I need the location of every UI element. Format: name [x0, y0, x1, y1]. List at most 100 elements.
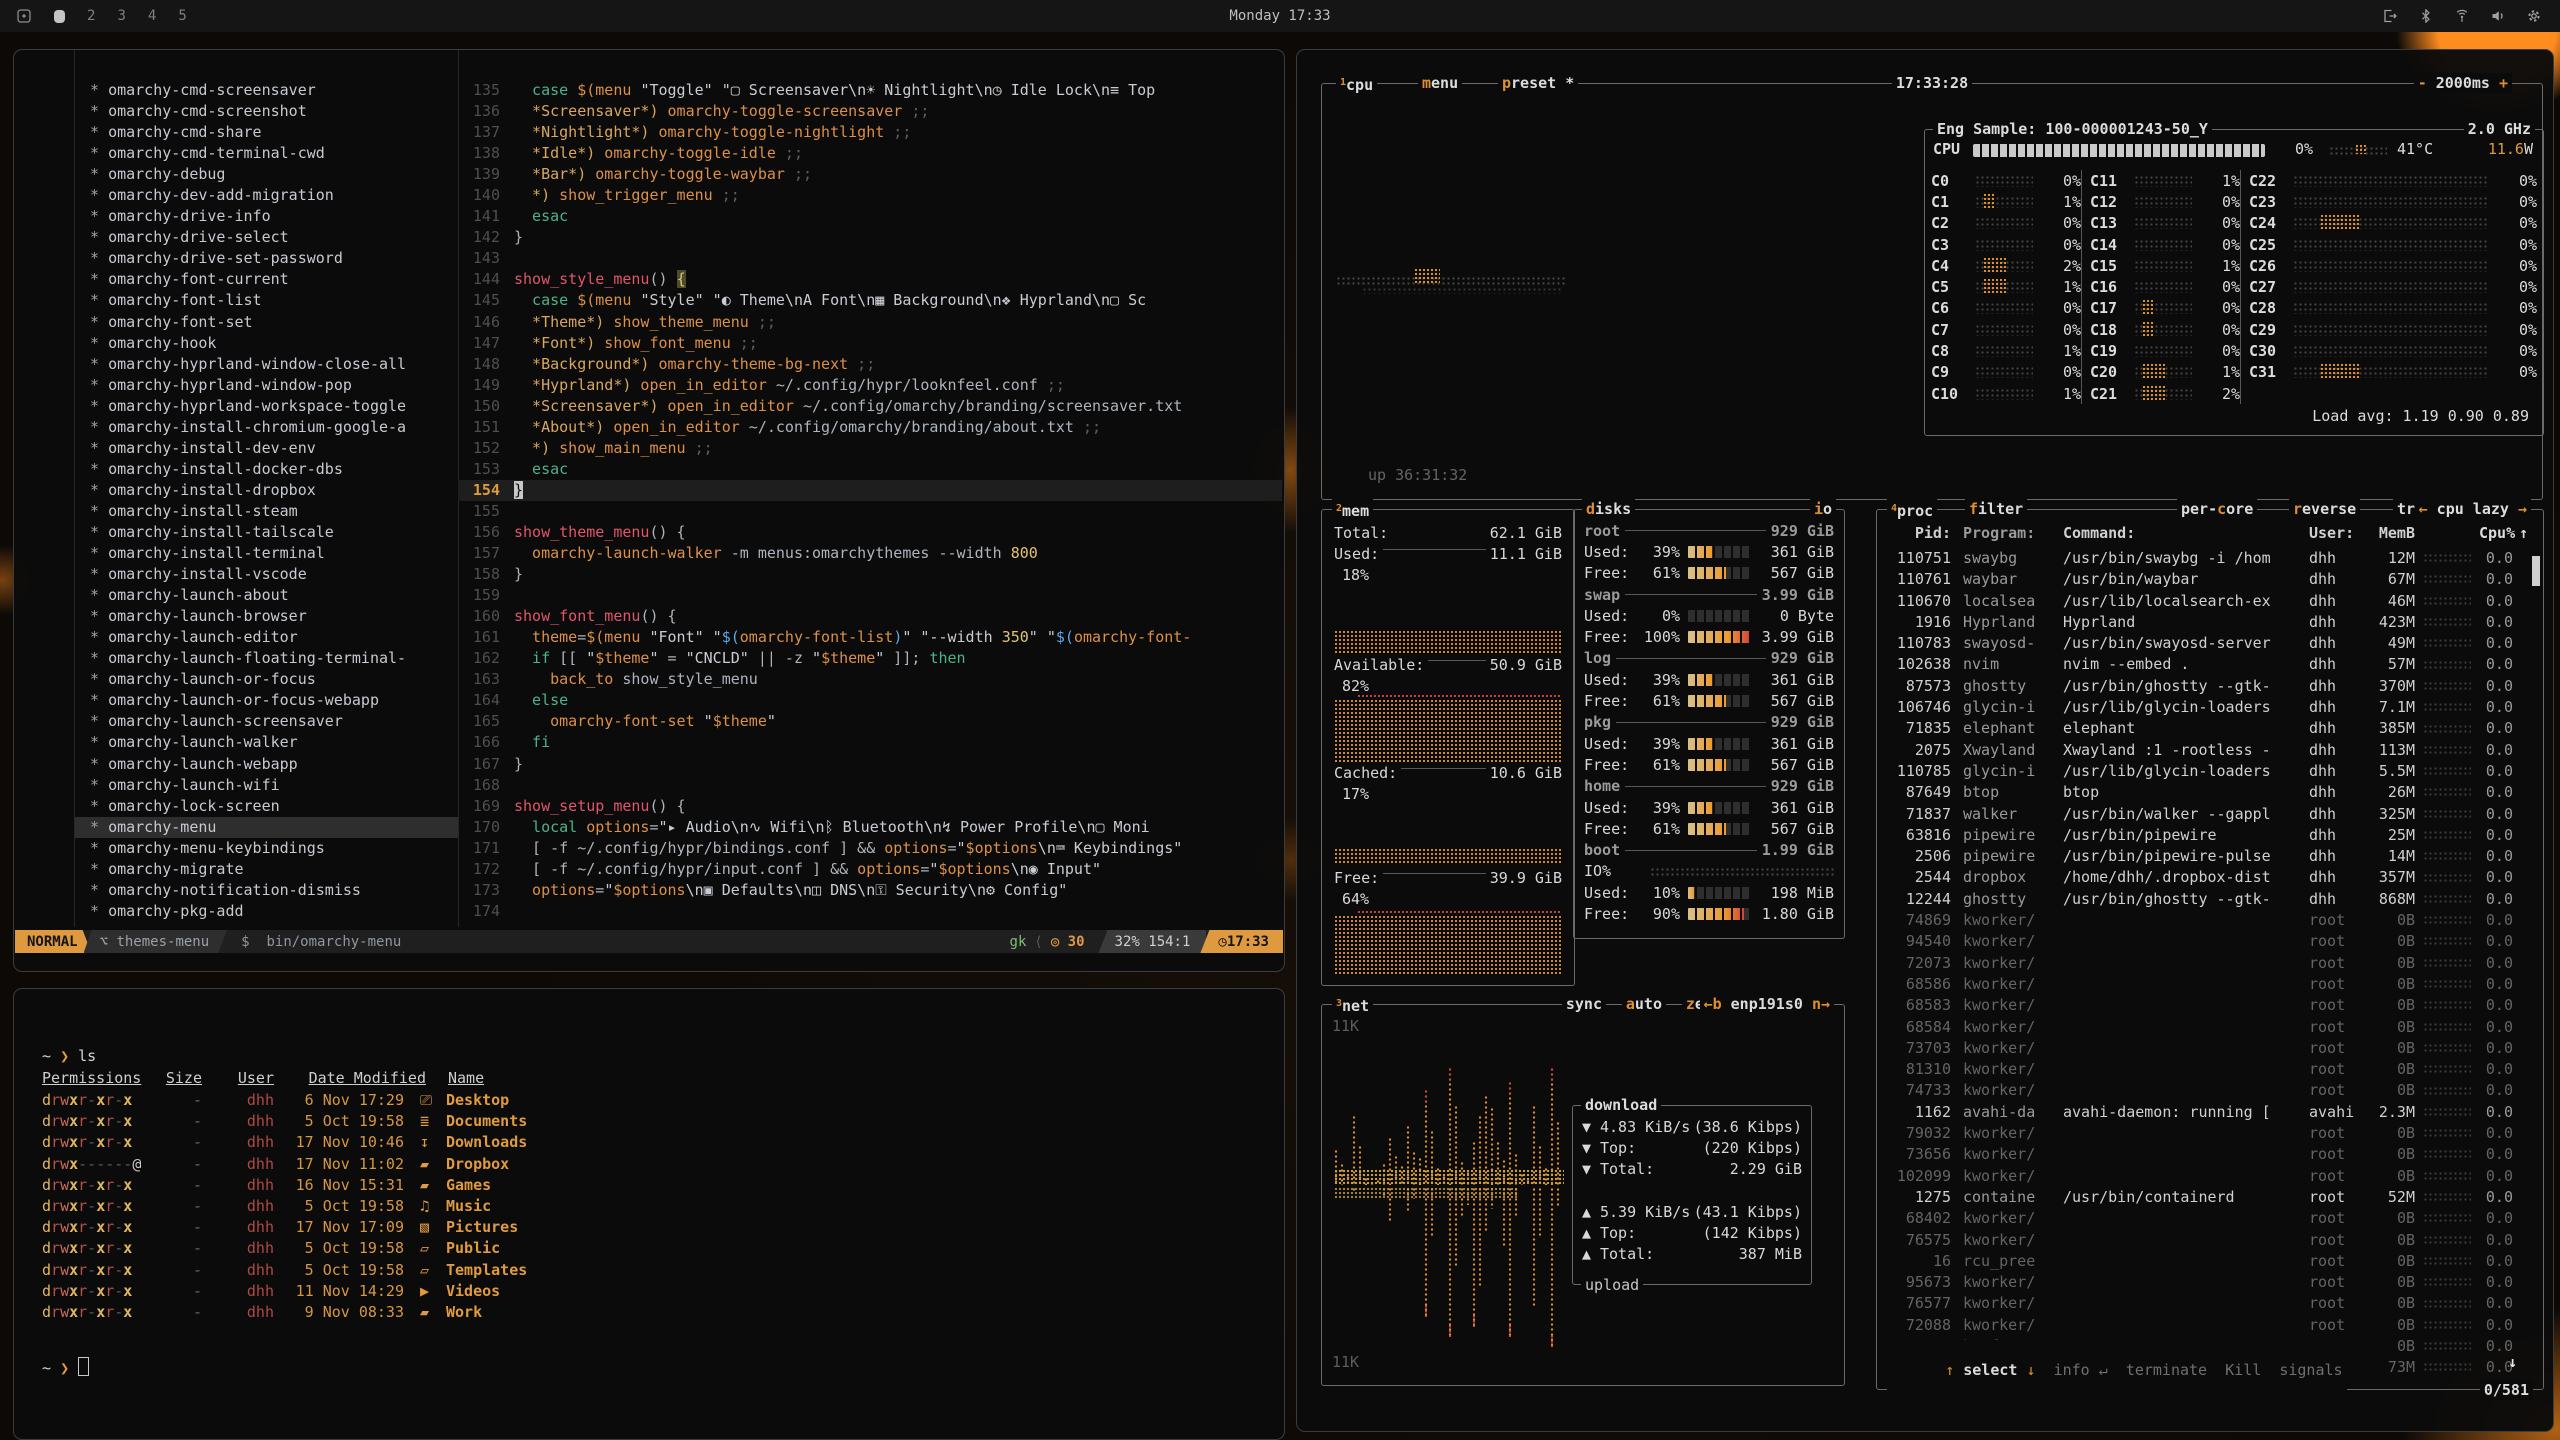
process-row[interactable]: 87649btopbtopdhh26M0.0 — [1877, 782, 2543, 803]
file-item[interactable]: * omarchy-install-docker-dbs — [75, 459, 458, 480]
terminal-window[interactable]: ~ ❯ ls Permissions Size User Date Modifi… — [13, 988, 1285, 1440]
process-row[interactable]: 76577kworker/root0B0.0 — [1877, 1293, 2543, 1314]
file-item[interactable]: * omarchy-font-list — [75, 290, 458, 311]
file-item[interactable]: * omarchy-install-vscode — [75, 564, 458, 585]
process-row[interactable]: 71835elephantelephantdhh385M0.0 — [1877, 718, 2543, 739]
file-item[interactable]: * omarchy-install-terminal — [75, 543, 458, 564]
file-item[interactable]: * omarchy-launch-or-focus-webapp — [75, 690, 458, 711]
proc-scrollbar[interactable] — [2532, 556, 2540, 586]
process-row[interactable]: 72088kworker/root0B0.0 — [1877, 1315, 2543, 1336]
process-row[interactable]: 110761waybar/usr/bin/waybardhh67M0.0 — [1877, 569, 2543, 590]
process-row[interactable]: 106746glycin-i/usr/lib/glycin-loadersdhh… — [1877, 697, 2543, 718]
file-item[interactable]: * omarchy-launch-floating-terminal- — [75, 648, 458, 669]
sync-toggle[interactable]: sync — [1562, 994, 1606, 1014]
process-row[interactable]: 87573ghostty/usr/bin/ghostty --gtk-dhh37… — [1877, 676, 2543, 697]
file-item[interactable]: * omarchy-install-dev-env — [75, 438, 458, 459]
per-core-toggle[interactable]: per-core — [2177, 499, 2257, 519]
interface-selector[interactable]: ←b enp191s0 n→ — [1700, 994, 1834, 1014]
process-row[interactable]: 102638nvimnvim --embed .dhh57M0.0 — [1877, 654, 2543, 675]
disks-box-title[interactable]: disks — [1582, 499, 1635, 519]
file-item[interactable]: * omarchy-launch-or-focus — [75, 669, 458, 690]
file-item[interactable]: * omarchy-font-current — [75, 269, 458, 290]
io-toggle[interactable]: io — [1810, 499, 1836, 519]
process-row[interactable]: 74869kworker/root0B0.0 — [1877, 910, 2543, 931]
process-row[interactable]: 2544dropbox/home/dhh/.dropbox-distdhh357… — [1877, 867, 2543, 888]
process-row[interactable]: 68402kworker/root0B0.0 — [1877, 1208, 2543, 1229]
proc-box-title[interactable]: 4proc — [1887, 499, 1937, 521]
process-row[interactable]: 68583kworker/root0B0.0 — [1877, 995, 2543, 1016]
process-row[interactable]: 16rcu_preeroot0B0.0 — [1877, 1251, 2543, 1272]
process-row[interactable]: 74733kworker/root0B0.0 — [1877, 1080, 2543, 1101]
file-item[interactable]: * omarchy-launch-walker — [75, 732, 458, 753]
file-item[interactable]: * omarchy-launch-webapp — [75, 754, 458, 775]
process-row[interactable]: 2075XwaylandXwayland :1 -rootless -dhh11… — [1877, 740, 2543, 761]
file-item[interactable]: * omarchy-cmd-share — [75, 122, 458, 143]
file-item[interactable]: * omarchy-install-dropbox — [75, 480, 458, 501]
process-row[interactable]: 110751swaybg/usr/bin/swaybg -i /homdhh12… — [1877, 548, 2543, 569]
process-row[interactable]: 68586kworker/root0B0.0 — [1877, 974, 2543, 995]
process-row[interactable]: 1162avahi-daavahi-daemon: running [avahi… — [1877, 1102, 2543, 1123]
file-item[interactable]: * omarchy-notification-dismiss — [75, 880, 458, 901]
file-item[interactable]: * omarchy-pkg-add — [75, 901, 458, 922]
process-row[interactable]: 102099kworker/root0B0.0 — [1877, 1166, 2543, 1187]
process-row[interactable]: 81310kworker/root0B0.0 — [1877, 1059, 2543, 1080]
cpu-box-title[interactable]: 1cpu — [1336, 73, 1377, 95]
file-item[interactable]: * omarchy-lock-screen — [75, 796, 458, 817]
file-item[interactable]: * omarchy-drive-select — [75, 227, 458, 248]
file-item[interactable]: * omarchy-launch-editor — [75, 627, 458, 648]
process-row[interactable]: 110783swayosd-/usr/bin/swayosd-serverdhh… — [1877, 633, 2543, 654]
file-item[interactable]: * omarchy-drive-info — [75, 206, 458, 227]
code-lines[interactable]: 135 case $(menu "Toggle" "▢ Screensaver\… — [458, 80, 1282, 927]
scroll-down-arrow[interactable]: ↓ — [2508, 1353, 2517, 1371]
filter-button[interactable]: filter — [1965, 499, 2027, 519]
file-item[interactable]: * omarchy-drive-set-password — [75, 248, 458, 269]
process-row[interactable]: 95673kworker/root0B0.0 — [1877, 1272, 2543, 1293]
reverse-toggle[interactable]: reverse — [2289, 499, 2360, 519]
process-row[interactable]: 12244ghostty/usr/bin/ghostty --gtk-dhh86… — [1877, 889, 2543, 910]
file-item[interactable]: * omarchy-dev-add-migration — [75, 185, 458, 206]
file-item[interactable]: * omarchy-cmd-terminal-cwd — [75, 143, 458, 164]
process-row[interactable]: 110670localsea/usr/lib/localsearch-exdhh… — [1877, 591, 2543, 612]
process-row[interactable]: 68584kworker/root0B0.0 — [1877, 1017, 2543, 1038]
file-item[interactable]: * omarchy-menu — [75, 817, 458, 838]
update-interval[interactable]: - 2000ms + — [2414, 73, 2512, 93]
file-item[interactable]: * omarchy-install-chromium-google-a — [75, 417, 458, 438]
auto-toggle[interactable]: auto — [1622, 994, 1666, 1014]
file-item[interactable]: * omarchy-hyprland-workspace-toggle — [75, 396, 458, 417]
sort-selector[interactable]: ← cpu lazy → — [2415, 499, 2531, 519]
memory-box-title[interactable]: 2mem — [1332, 499, 1373, 521]
file-item[interactable]: * omarchy-install-steam — [75, 501, 458, 522]
process-row[interactable]: 94540kworker/root0B0.0 — [1877, 931, 2543, 952]
file-item[interactable]: * omarchy-debug — [75, 164, 458, 185]
file-item[interactable]: * omarchy-hyprland-window-pop — [75, 375, 458, 396]
file-item[interactable]: * omarchy-launch-browser — [75, 606, 458, 627]
process-row[interactable]: 71837walker/usr/bin/walker --gappldhh325… — [1877, 804, 2543, 825]
menu-button[interactable]: menu — [1418, 73, 1462, 93]
process-row[interactable]: 2506pipewire/usr/bin/pipewire-pulsedhh14… — [1877, 846, 2543, 867]
file-item[interactable]: * omarchy-cmd-screenshot — [75, 101, 458, 122]
file-item[interactable]: * omarchy-hyprland-window-close-all — [75, 354, 458, 375]
file-item[interactable]: * omarchy-menu-keybindings — [75, 838, 458, 859]
system-monitor-window[interactable]: 1cpu menu preset * 17:33:28 - 2000ms + u… — [1296, 49, 2554, 1432]
file-item[interactable]: * omarchy-migrate — [75, 859, 458, 880]
process-row[interactable]: 73703kworker/root0B0.0 — [1877, 1038, 2543, 1059]
file-item[interactable]: * omarchy-hook — [75, 333, 458, 354]
process-row[interactable]: 72073kworker/root0B0.0 — [1877, 953, 2543, 974]
file-item[interactable]: * omarchy-font-set — [75, 312, 458, 333]
file-item[interactable]: * omarchy-install-tailscale — [75, 522, 458, 543]
file-item[interactable]: * omarchy-launch-wifi — [75, 775, 458, 796]
net-box-title[interactable]: 3net — [1332, 994, 1373, 1016]
proc-rows[interactable]: 110751swaybg/usr/bin/swaybg -i /homdhh12… — [1877, 548, 2543, 1379]
process-row[interactable]: 76575kworker/root0B0.0 — [1877, 1230, 2543, 1251]
process-row[interactable]: 79032kworker/root0B0.0 — [1877, 1123, 2543, 1144]
editor-window[interactable]: * omarchy-cmd-screensaver* omarchy-cmd-s… — [13, 49, 1285, 972]
file-list[interactable]: * omarchy-cmd-screensaver* omarchy-cmd-s… — [75, 80, 458, 922]
file-item[interactable]: * omarchy-cmd-screensaver — [75, 80, 458, 101]
prompt-line-2[interactable]: ~ ❯ — [42, 1357, 89, 1377]
process-row[interactable]: 63816pipewire/usr/bin/pipewiredhh25M0.0 — [1877, 825, 2543, 846]
file-item[interactable]: * omarchy-launch-screensaver — [75, 711, 458, 732]
file-item[interactable]: * omarchy-launch-about — [75, 585, 458, 606]
process-row[interactable]: 73656kworker/root0B0.0 — [1877, 1144, 2543, 1165]
process-row[interactable]: 1916HyprlandHyprlanddhh423M0.0 — [1877, 612, 2543, 633]
process-row[interactable]: 1275containe/usr/bin/containerdroot52M0.… — [1877, 1187, 2543, 1208]
